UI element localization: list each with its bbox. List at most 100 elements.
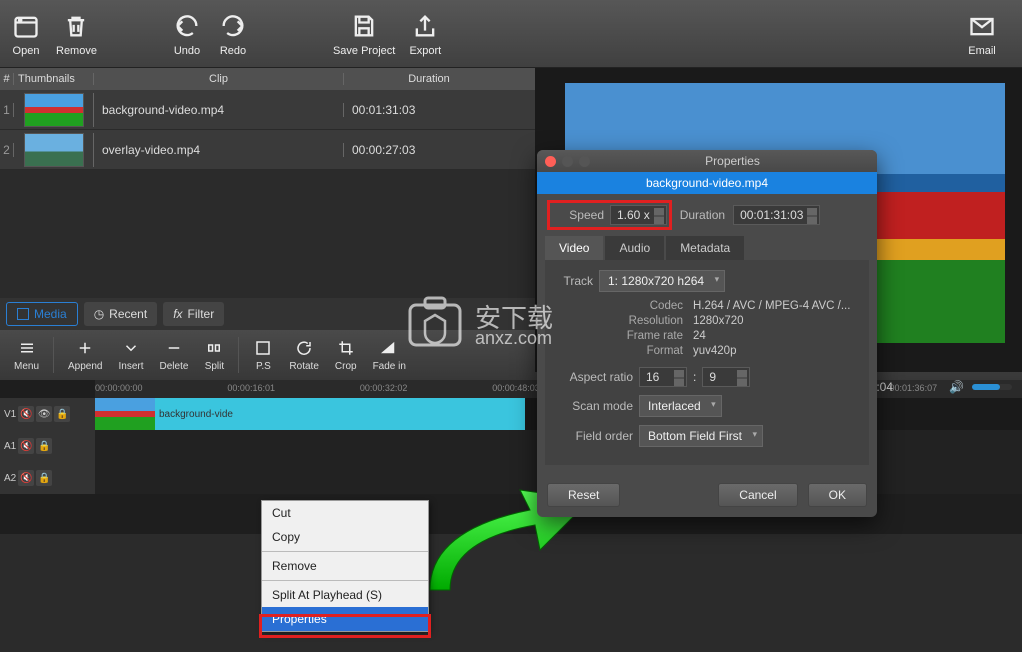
export-label: Export — [409, 45, 441, 57]
crop-button[interactable]: Crop — [327, 338, 365, 372]
resolution-v: 1280x720 — [693, 315, 744, 327]
export-button[interactable]: Export — [409, 10, 441, 57]
close-dot[interactable] — [545, 156, 556, 167]
dialog-titlebar[interactable]: Properties — [537, 150, 877, 172]
volume-slider[interactable] — [972, 384, 1012, 390]
ctx-cut[interactable]: Cut — [262, 501, 428, 525]
main-toolbar: Open Remove Undo Redo Save Project Expor… — [0, 0, 1022, 68]
redo-label: Redo — [220, 45, 246, 57]
split-button[interactable]: Split — [196, 338, 232, 372]
reset-button[interactable]: Reset — [547, 483, 620, 507]
framerate-v: 24 — [693, 330, 706, 342]
minus-icon — [164, 338, 184, 358]
track-header-a1: A1 🔇 🔒 — [0, 430, 95, 462]
properties-tabs: Video Audio Metadata — [537, 236, 877, 260]
save-project-button[interactable]: Save Project — [333, 10, 395, 57]
resolution-k: Resolution — [605, 315, 683, 327]
open-button[interactable]: Open — [10, 10, 42, 57]
props-tab-audio[interactable]: Audio — [605, 236, 664, 260]
rotate-icon — [294, 338, 314, 358]
email-label: Email — [968, 45, 996, 57]
duration-field[interactable]: 00:01:31:03 — [733, 205, 820, 225]
open-icon — [10, 10, 42, 42]
clip-row-duration: 00:01:31:03 — [344, 103, 514, 117]
context-menu: Cut Copy Remove Split At Playhead (S) Pr… — [261, 500, 429, 632]
recent-tab[interactable]: ◷Recent — [84, 302, 158, 326]
minimize-dot[interactable] — [562, 156, 573, 167]
format-k: Format — [605, 345, 683, 357]
clip-row-num: 1 — [0, 103, 14, 117]
clock-icon: ◷ — [94, 307, 104, 321]
filter-tab[interactable]: fxFilter — [163, 302, 224, 326]
aspect-w: 16 — [646, 370, 659, 384]
track-header-v1: V1 🔇 👁 🔒 — [0, 398, 95, 430]
media-tab[interactable]: Media — [6, 302, 78, 326]
clip-row-name: background-video.mp4 — [94, 103, 344, 117]
rotate-button[interactable]: Rotate — [281, 338, 326, 372]
dialog-buttons: Reset Cancel OK — [537, 473, 877, 517]
ctx-split[interactable]: Split At Playhead (S) — [262, 583, 428, 607]
delete-button[interactable]: Delete — [152, 338, 197, 372]
speed-stepper[interactable]: 1.60 x — [610, 205, 667, 225]
fx-icon: fx — [173, 307, 182, 321]
track-lock-button[interactable]: 🔒 — [36, 438, 52, 454]
aspect-h-stepper[interactable]: 9 — [702, 367, 750, 387]
ctx-remove[interactable]: Remove — [262, 554, 428, 578]
track-lock-button[interactable]: 🔒 — [54, 406, 70, 422]
zoom-dot[interactable] — [579, 156, 590, 167]
insert-button[interactable]: Insert — [111, 338, 152, 372]
field-order-select[interactable]: Bottom Field First — [639, 425, 763, 447]
track-mute-button[interactable]: 🔇 — [18, 438, 34, 454]
track-mute-button[interactable]: 🔇 — [18, 406, 34, 422]
speed-highlight-annotation: Speed 1.60 x — [547, 200, 672, 230]
props-tab-video[interactable]: Video — [545, 236, 603, 260]
redo-button[interactable]: Redo — [217, 10, 249, 57]
clip-thumbnail — [24, 133, 84, 167]
clip-thumbnail — [24, 93, 84, 127]
codec-k: Codec — [605, 300, 683, 312]
aspect-label: Aspect ratio — [555, 370, 633, 384]
col-clip-header[interactable]: Clip — [94, 73, 344, 85]
ruler-mark: 00:00:00:00 — [95, 383, 227, 393]
col-dur-header[interactable]: Duration — [344, 73, 514, 85]
ctx-properties[interactable]: Properties — [262, 607, 428, 631]
ctx-separator — [262, 551, 428, 552]
ok-button[interactable]: OK — [808, 483, 867, 507]
email-icon — [966, 10, 998, 42]
track-label: A1 — [4, 441, 16, 452]
timeline-clip[interactable]: background-vide — [95, 398, 525, 430]
track-mute-button[interactable]: 🔇 — [18, 470, 34, 486]
props-tab-metadata[interactable]: Metadata — [666, 236, 744, 260]
fade-in-label: Fade in — [373, 361, 406, 372]
col-num-header: # — [0, 73, 14, 85]
trash-icon — [60, 10, 92, 42]
ctx-copy[interactable]: Copy — [262, 525, 428, 549]
append-button[interactable]: Append — [60, 338, 110, 372]
clip-row-num: 2 — [0, 143, 14, 157]
scan-mode-select[interactable]: Interlaced — [639, 395, 722, 417]
menu-button[interactable]: Menu — [6, 338, 47, 372]
aspect-w-stepper[interactable]: 16 — [639, 367, 687, 387]
codec-v: H.264 / AVC / MPEG-4 AVC /... — [693, 300, 850, 312]
fade-in-icon — [379, 338, 399, 358]
split-label: Split — [205, 361, 224, 372]
track-visible-button[interactable]: 👁 — [36, 406, 52, 422]
split-icon — [204, 338, 224, 358]
framerate-k: Frame rate — [605, 330, 683, 342]
timeline-clip-label: background-vide — [155, 409, 233, 420]
field-order-label: Field order — [555, 429, 633, 443]
track-select[interactable]: 1: 1280x720 h264 — [599, 270, 725, 292]
col-thumb-header: Thumbnails — [14, 73, 94, 85]
speaker-icon[interactable]: 🔊 — [949, 380, 964, 394]
cancel-button[interactable]: Cancel — [718, 483, 797, 507]
speed-label: Speed — [552, 208, 604, 222]
email-button[interactable]: Email — [966, 10, 998, 57]
rotate-label: Rotate — [289, 361, 318, 372]
undo-button[interactable]: Undo — [171, 10, 203, 57]
fade-in-button[interactable]: Fade in — [365, 338, 414, 372]
ps-label: P.S — [256, 361, 271, 372]
ps-button[interactable]: P.S — [245, 338, 281, 372]
remove-button[interactable]: Remove — [56, 10, 97, 57]
track-lock-button[interactable]: 🔒 — [36, 470, 52, 486]
save-icon — [348, 10, 380, 42]
